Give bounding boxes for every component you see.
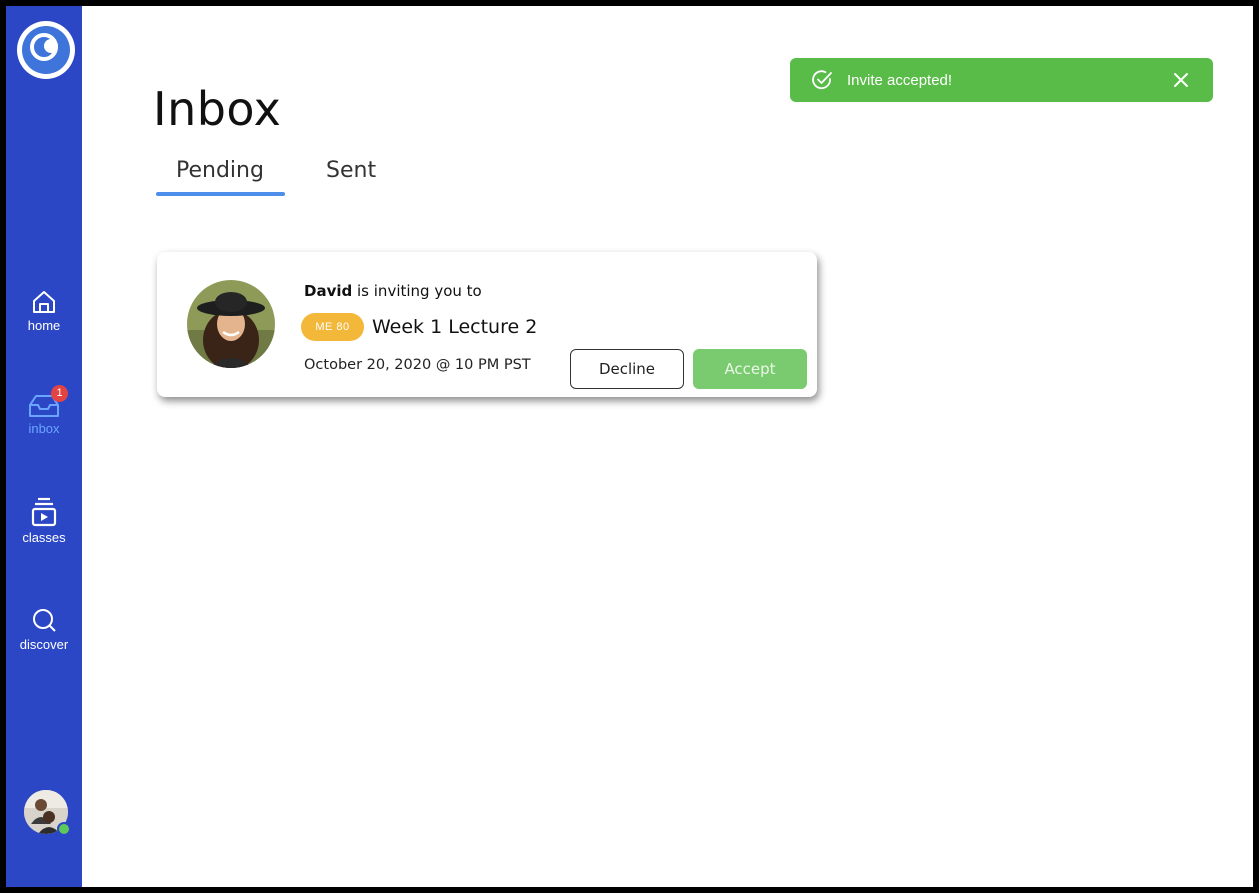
sidebar-item-home[interactable]: home bbox=[6, 288, 82, 333]
event-datetime: October 20, 2020 @ 10 PM PST bbox=[304, 357, 531, 373]
invite-card: David is inviting you to ME 80 Week 1 Le… bbox=[157, 252, 817, 397]
home-icon bbox=[33, 291, 55, 313]
page-title: Inbox bbox=[153, 82, 282, 136]
logo-pupil bbox=[44, 39, 58, 53]
decline-button[interactable]: Decline bbox=[570, 349, 684, 389]
sender-avatar bbox=[187, 280, 275, 368]
sidebar: home inbox 1 classes discover bbox=[6, 6, 82, 887]
accept-button[interactable]: Accept bbox=[693, 349, 807, 389]
sidebar-item-label: classes bbox=[22, 530, 66, 545]
invite-message: David is inviting you to bbox=[304, 282, 482, 300]
check-circle-icon bbox=[812, 70, 832, 90]
active-tab-indicator bbox=[156, 192, 285, 196]
close-icon[interactable] bbox=[1172, 71, 1190, 89]
app-window: home inbox 1 classes discover Inbox Pend… bbox=[6, 6, 1253, 887]
invite-text: is inviting you to bbox=[357, 282, 482, 300]
event-title: Week 1 Lecture 2 bbox=[372, 316, 538, 338]
sidebar-item-inbox[interactable]: inbox 1 bbox=[6, 385, 82, 436]
classes-stack-icon bbox=[31, 497, 57, 527]
sidebar-item-classes[interactable]: classes bbox=[6, 496, 82, 545]
sender-name: David bbox=[304, 282, 353, 300]
course-code-badge: ME 80 bbox=[301, 313, 364, 341]
sidebar-item-label: home bbox=[27, 318, 61, 333]
toast-message: Invite accepted! bbox=[847, 72, 953, 89]
app-logo[interactable] bbox=[17, 21, 75, 79]
tab-sent[interactable]: Sent bbox=[326, 158, 376, 183]
tab-pending[interactable]: Pending bbox=[176, 158, 264, 183]
sidebar-item-label: inbox bbox=[28, 421, 60, 436]
logo-eye-icon bbox=[30, 33, 58, 61]
sidebar-item-discover[interactable]: discover bbox=[6, 607, 82, 652]
notification-badge: 1 bbox=[51, 385, 68, 402]
search-icon bbox=[33, 609, 56, 632]
online-status-indicator bbox=[57, 822, 71, 836]
sidebar-item-label: discover bbox=[19, 637, 69, 652]
sender-photo bbox=[187, 280, 275, 368]
success-toast: Invite accepted! bbox=[790, 58, 1213, 102]
